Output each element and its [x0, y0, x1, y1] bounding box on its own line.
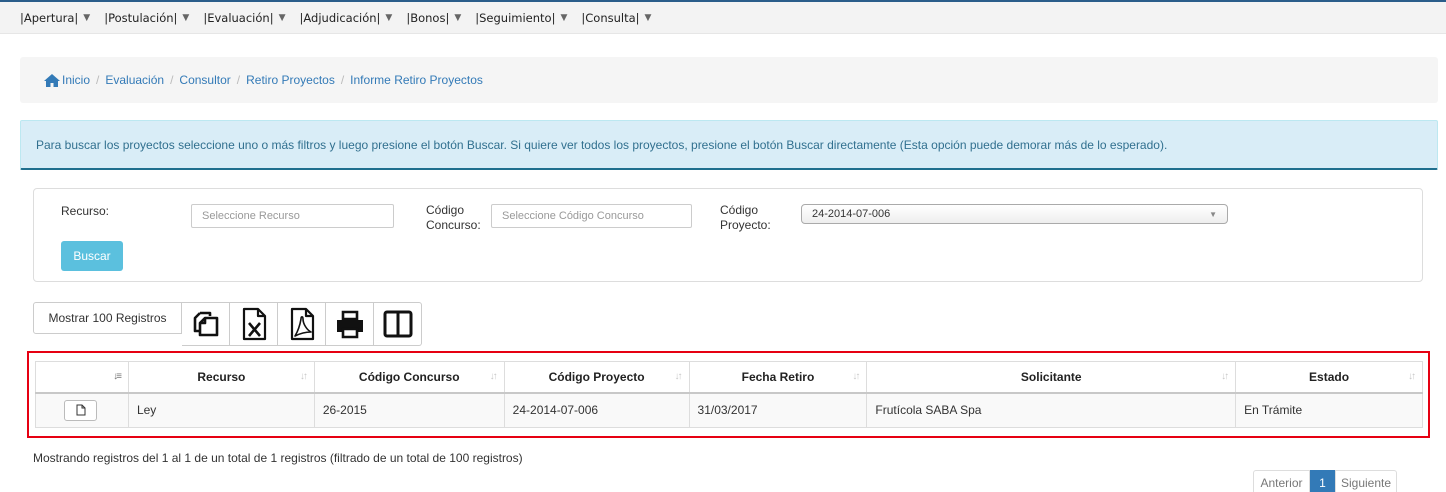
menu-item-evaluacion[interactable]: |Evaluación| ▼: [203, 11, 285, 25]
menu-item-label: |Adjudicación|: [299, 11, 381, 25]
pagination-page-1[interactable]: 1: [1310, 470, 1335, 492]
menu-item-label: |Postulación|: [104, 11, 178, 25]
column-header-codigo-concurso[interactable]: Código Concurso ↓↑: [313, 361, 505, 394]
breadcrumb-retiro-proyectos[interactable]: Retiro Proyectos: [246, 73, 335, 87]
caret-down-icon: ▼: [278, 13, 286, 23]
caret-down-icon: ▼: [385, 13, 393, 23]
info-alert: Para buscar los proyectos seleccione uno…: [20, 120, 1438, 170]
breadcrumb: Inicio / Evaluación / Consultor / Retiro…: [20, 57, 1438, 103]
breadcrumb-informe-retiro-proyectos[interactable]: Informe Retiro Proyectos: [350, 73, 483, 87]
column-header-codigo-proyecto[interactable]: Código Proyecto ↓↑: [503, 361, 690, 394]
recurso-label: Recurso:: [61, 204, 110, 218]
menu-item-label: |Consulta|: [581, 11, 640, 25]
column-header-solicitante[interactable]: Solicitante ↓↑: [866, 361, 1237, 394]
sort-icon: ↓↑: [299, 371, 308, 382]
pagination: Anterior 1 Siguiente: [1253, 470, 1397, 492]
breadcrumb-separator: /: [170, 73, 174, 87]
menu-item-apertura[interactable]: |Apertura| ▼: [20, 11, 90, 25]
pagination-next[interactable]: Siguiente: [1335, 470, 1397, 492]
menu-item-postulacion[interactable]: |Postulación| ▼: [104, 11, 189, 25]
menu-item-seguimiento[interactable]: |Seguimiento| ▼: [475, 11, 567, 25]
pagination-previous[interactable]: Anterior: [1253, 470, 1310, 492]
column-header-fecha-retiro[interactable]: Fecha Retiro ↓↑: [688, 361, 868, 394]
print-icon: [336, 310, 363, 339]
document-icon: [76, 404, 85, 416]
buscar-button[interactable]: Buscar: [61, 241, 123, 271]
codigo-proyecto-label: Código Proyecto:: [720, 203, 771, 233]
table-row: Ley 26-2015 24-2014-07-006 31/03/2017 Fr…: [35, 392, 1423, 428]
info-alert-text: Para buscar los proyectos seleccione uno…: [36, 137, 1168, 152]
column-header-estado[interactable]: Estado ↓↑: [1235, 361, 1423, 394]
codigo-concurso-input[interactable]: Seleccione Código Concurso: [491, 204, 692, 228]
cell-codigo-proyecto: 24-2014-07-006: [503, 392, 690, 428]
copy-icon: [193, 311, 218, 337]
caret-down-icon: ▼: [560, 13, 568, 23]
cell-solicitante: Frutícola SABA Spa: [866, 392, 1237, 428]
breadcrumb-separator: /: [236, 73, 241, 87]
chevron-down-icon: ▼: [1209, 209, 1217, 219]
table-header-row: ↓≡ Recurso ↓↑ Código Concurso ↓↑ Código Pr…: [35, 361, 1423, 394]
filter-panel: Recurso: Seleccione Recurso Código Concu…: [33, 188, 1423, 282]
sort-icon: ↓↑: [674, 371, 683, 382]
codigo-proyecto-label-line2: Proyecto:: [720, 218, 771, 232]
show-records-button[interactable]: Mostrar 100 Registros: [33, 302, 182, 334]
results-table-highlight: ↓≡ Recurso ↓↑ Código Concurso ↓↑ Código Pr…: [27, 351, 1430, 438]
top-menu-bar: |Apertura| ▼ |Postulación| ▼ |Evaluación| ▼…: [0, 0, 1446, 34]
results-table: ↓≡ Recurso ↓↑ Código Concurso ↓↑ Código Pr…: [35, 361, 1423, 428]
cell-fecha-retiro: 31/03/2017: [688, 392, 868, 428]
menu-item-consulta[interactable]: |Consulta| ▼: [581, 11, 651, 25]
cell-actions: [35, 392, 129, 428]
pdf-button[interactable]: [278, 302, 326, 346]
codigo-concurso-label: Código Concurso:: [426, 203, 481, 233]
caret-down-icon: ▼: [644, 13, 652, 23]
columns-button[interactable]: [374, 302, 422, 346]
menu-item-label: |Evaluación|: [203, 11, 274, 25]
cell-recurso: Ley: [127, 392, 315, 428]
menu-item-label: |Seguimiento|: [475, 11, 556, 25]
breadcrumb-separator: /: [340, 73, 345, 87]
main-menu: |Apertura| ▼ |Postulación| ▼ |Evaluación| ▼…: [0, 2, 1446, 34]
codigo-proyecto-label-line1: Código: [720, 203, 759, 217]
breadcrumb-separator: /: [96, 73, 100, 87]
sort-icon: ↓↑: [852, 371, 860, 382]
caret-down-icon: ▼: [182, 13, 190, 23]
caret-down-icon: ▼: [83, 13, 91, 23]
column-header-actions[interactable]: ↓≡: [35, 361, 129, 394]
excel-button[interactable]: [230, 302, 278, 346]
excel-icon: [242, 307, 266, 341]
print-button[interactable]: [326, 302, 374, 346]
breadcrumb-inicio[interactable]: Inicio: [62, 73, 90, 87]
copy-button[interactable]: [182, 302, 230, 346]
pdf-icon: [290, 307, 314, 341]
menu-item-bonos[interactable]: |Bonos| ▼: [406, 11, 461, 25]
menu-item-adjudicacion[interactable]: |Adjudicación| ▼: [300, 11, 393, 25]
codigo-proyecto-select[interactable]: 24-2014-07-006 ▼: [801, 204, 1228, 224]
sort-icon: ↓↑: [489, 371, 498, 382]
sort-icon: ↓↑: [1408, 371, 1416, 382]
view-document-button[interactable]: [64, 399, 97, 421]
table-info: Mostrando registros del 1 al 1 de un tot…: [33, 451, 523, 465]
columns-icon: [383, 310, 412, 338]
home-icon: [44, 73, 60, 87]
menu-item-label: |Bonos|: [406, 11, 450, 25]
cell-codigo-concurso: 26-2015: [313, 392, 505, 428]
codigo-concurso-label-line1: Código: [426, 203, 465, 217]
sort-desc-icon: ↓≡: [113, 371, 122, 382]
sort-icon: ↓↑: [1221, 371, 1229, 382]
menu-item-label: |Apertura|: [20, 11, 79, 25]
export-toolbar: Mostrar 100 Registros: [33, 302, 422, 346]
codigo-concurso-label-line2: Concurso:: [426, 218, 481, 232]
column-header-recurso[interactable]: Recurso ↓↑: [127, 361, 315, 394]
breadcrumb-consultor[interactable]: Consultor: [179, 73, 230, 87]
caret-down-icon: ▼: [454, 13, 462, 23]
cell-estado: En Trámite: [1235, 392, 1423, 428]
breadcrumb-evaluacion[interactable]: Evaluación: [105, 73, 164, 87]
recurso-input[interactable]: Seleccione Recurso: [191, 204, 394, 228]
codigo-proyecto-value: 24-2014-07-006: [812, 208, 891, 220]
